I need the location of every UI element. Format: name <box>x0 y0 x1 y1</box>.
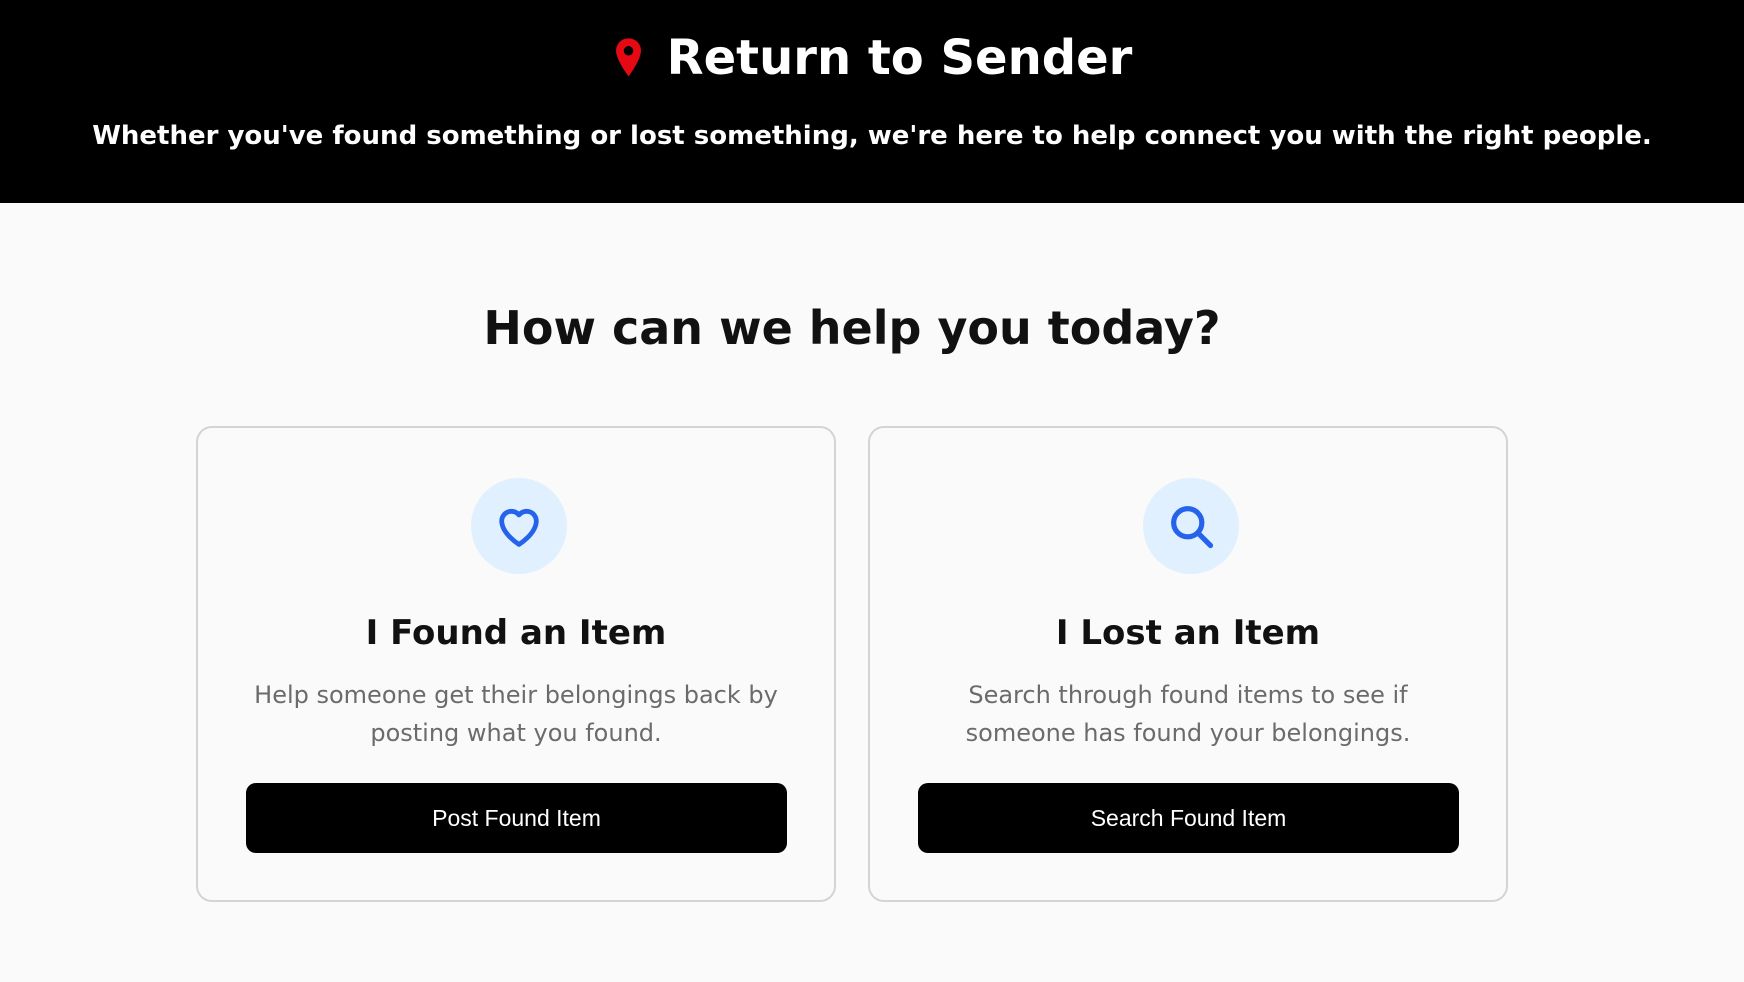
search-icon-badge <box>1143 478 1239 574</box>
site-tagline: Whether you've found something or lost s… <box>92 121 1652 151</box>
site-title: Return to Sender <box>666 30 1133 86</box>
heart-icon-badge <box>471 478 567 574</box>
site-header: Return to Sender Whether you've found so… <box>0 0 1744 203</box>
search-found-item-button[interactable]: Search Found Item <box>918 783 1459 853</box>
post-found-item-button[interactable]: Post Found Item <box>246 783 787 853</box>
heart-icon <box>499 508 539 547</box>
found-card-title: I Found an Item <box>365 613 667 653</box>
lost-card-title: I Lost an Item <box>1055 613 1321 653</box>
page-heading: How can we help you today? <box>483 301 1221 355</box>
found-item-card: I Found an Item Help someone get their b… <box>196 426 836 902</box>
search-icon <box>1171 506 1214 549</box>
lost-card-description: Search through found items to see if som… <box>965 681 1411 747</box>
lost-item-card: I Lost an Item Search through found item… <box>868 426 1508 902</box>
map-pin-icon <box>615 38 641 77</box>
brand: Return to Sender <box>0 28 1744 88</box>
found-card-description: Help someone get their belongings back b… <box>254 681 778 747</box>
